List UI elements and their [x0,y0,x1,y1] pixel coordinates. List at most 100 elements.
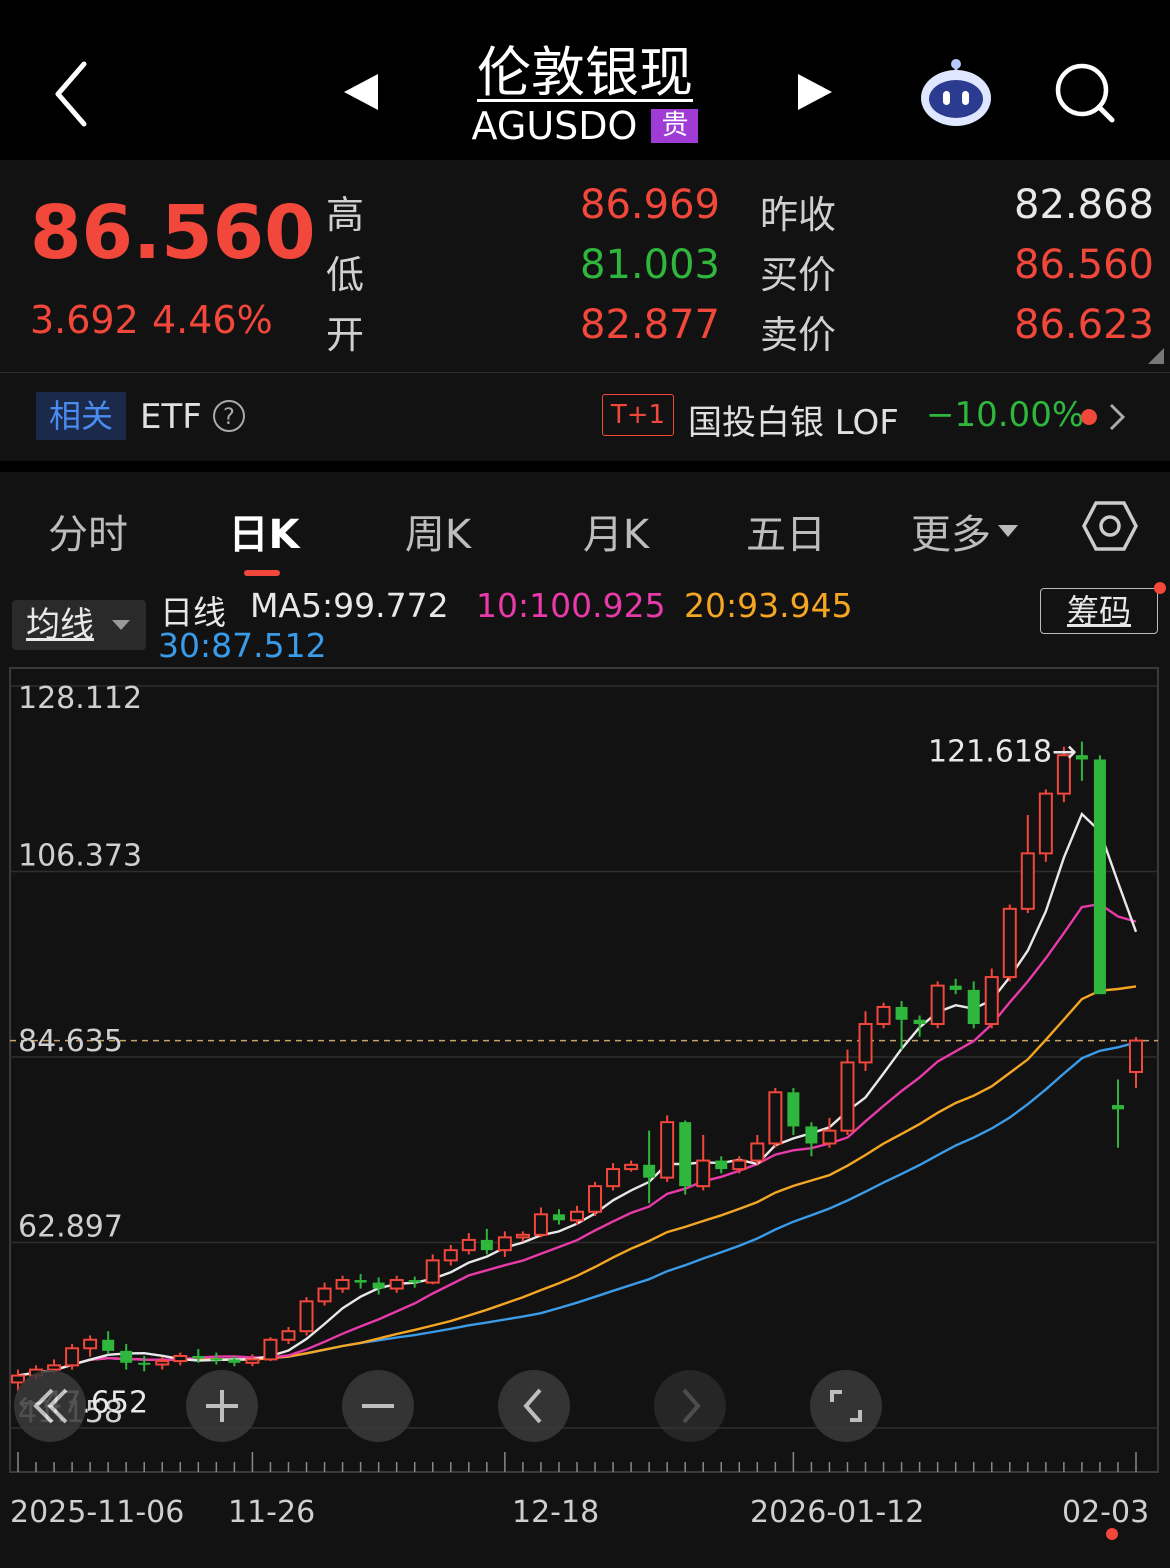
related-tag: 相关 [36,392,126,440]
candle [299,1297,314,1336]
candle-body [696,1159,711,1188]
scroll-left-button[interactable] [498,1370,570,1442]
candle-body [895,1006,908,1020]
candle-body [949,985,962,990]
candle-body [967,989,980,1025]
candle-body [679,1122,692,1187]
candle [1093,755,1106,995]
candle-body [83,1338,98,1350]
candle [805,1122,818,1157]
candle [552,1209,565,1225]
zoom-in-button[interactable] [186,1370,258,1442]
candle-body [138,1362,151,1365]
candle-body [389,1279,404,1290]
scroll-right-button[interactable] [654,1370,726,1442]
candle-body [354,1280,367,1283]
candle-body [1075,755,1088,760]
chevron-right-icon[interactable] [1106,401,1128,433]
tab-monthly-k[interactable]: 月K [566,502,666,560]
candle-body [984,976,999,1026]
next-instrument-icon[interactable] [796,72,836,112]
candle [1002,904,1017,982]
ma10-readout: 10:100.925 [476,586,666,625]
plot-frame [9,667,1159,1473]
prev-close-value: 82.868 [1014,182,1154,228]
high-value: 86.969 [580,182,720,228]
help-icon[interactable]: ? [212,399,246,433]
page-title[interactable]: 伦敦银现 [0,28,1170,107]
candle-body [480,1239,493,1251]
candle-body [461,1238,476,1252]
candle [643,1130,656,1204]
tab-five-day[interactable]: 五日 [738,502,834,560]
assistant-robot-icon[interactable] [918,56,994,128]
candle [1075,741,1088,781]
y-tick-label: 84.635 [18,1024,123,1059]
kline-panel: 均线 日线 MA5:99.772 10:100.925 20:93.945 30… [0,580,1170,1568]
candlestick-chart[interactable]: 128.112106.37384.63562.89741.158121.618→… [0,666,1170,1568]
tab-intraday[interactable]: 分时 [40,502,136,560]
tab-weekly-k[interactable]: 周K [388,502,488,560]
last-price: 86.560 [30,190,316,276]
dropdown-arrow-icon[interactable] [998,522,1018,537]
double-chevron-left-icon [33,1388,68,1424]
candle [750,1134,765,1165]
candle-body [533,1213,548,1236]
candle-body [822,1129,837,1145]
candle [372,1277,385,1295]
ask-value: 86.623 [1014,302,1154,348]
ma-selector[interactable]: 均线 [12,600,146,650]
y-tick-label: 106.373 [18,839,142,874]
ask-label: 卖价 [760,313,837,357]
search-icon[interactable] [1054,62,1116,124]
candle-body [281,1330,296,1341]
related-etf-bar[interactable]: 相关 ETF ? T+1 国投白银 LOF −10.00% [0,372,1170,461]
candle-body [1111,1105,1124,1110]
chip-distribution-button[interactable]: 筹码 [1040,588,1158,634]
candle [732,1156,747,1174]
candle-body [335,1279,350,1290]
candle-body [425,1259,440,1284]
candle-body [805,1126,818,1144]
candle-body [443,1249,458,1262]
candle [930,981,945,1029]
y-tick-label: 62.897 [18,1209,123,1244]
ma-selector-label: 均线 [26,605,94,645]
tab-more[interactable]: 更多 [906,502,996,560]
etf-change: −10.00% [926,395,1085,435]
settings-hexagon-icon[interactable] [1082,500,1138,552]
scroll-to-start-button[interactable] [14,1370,86,1442]
x-tick-label: 2026-01-12 [750,1495,924,1530]
ma5-line [17,812,1138,1377]
candle-body [930,984,945,1026]
candle-body [858,1023,873,1064]
candle [335,1275,350,1293]
candle [461,1233,476,1255]
candle [1129,1037,1143,1088]
plus-icon [206,1390,238,1422]
chevron-left-icon [523,1388,542,1424]
candle-body [768,1091,783,1145]
candle [210,1352,223,1365]
candle-body [192,1355,205,1359]
candle [715,1156,728,1174]
candle [65,1344,80,1370]
code-text: AGUSDO [471,104,638,148]
candle [354,1274,367,1289]
ma30-readout: 30:87.512 [158,626,327,665]
candle [696,1134,711,1191]
fullscreen-button[interactable] [810,1370,882,1442]
ma20-readout: 20:93.945 [684,586,853,625]
expand-corner-icon[interactable] [1148,348,1164,364]
candle [967,981,980,1029]
candle-body [317,1287,332,1303]
zoom-out-button[interactable] [342,1370,414,1442]
max-price-label: 121.618→ [928,734,1077,769]
latest-dot-icon [1106,1528,1118,1540]
minus-icon [362,1404,394,1408]
candle-body [210,1358,223,1361]
open-value: 82.877 [580,302,720,348]
candle [497,1231,512,1257]
candle-body [715,1160,728,1170]
tab-daily-k[interactable]: 日K [214,502,314,560]
